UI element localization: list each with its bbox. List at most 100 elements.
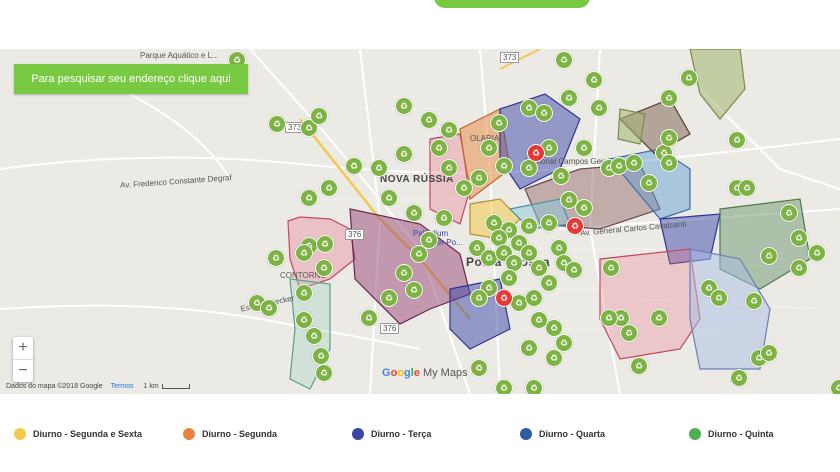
recycle-icon[interactable]: ♻ [525, 289, 543, 307]
recycle-alert-icon[interactable]: ♻ [527, 144, 545, 162]
recycle-icon[interactable]: ♻ [395, 97, 413, 115]
recycle-icon[interactable]: ♻ [520, 339, 538, 357]
recycle-icon[interactable]: ♻ [590, 99, 608, 117]
recycle-icon[interactable]: ♻ [405, 281, 423, 299]
recycle-icon[interactable]: ♻ [267, 249, 285, 267]
recycle-icon[interactable]: ♻ [395, 264, 413, 282]
legend-item-quarta: Diurno - Quarta [520, 428, 605, 440]
recycle-icon[interactable]: ♻ [680, 69, 698, 87]
recycle-icon[interactable]: ♻ [575, 199, 593, 217]
recycle-alert-icon[interactable]: ♻ [566, 217, 584, 235]
recycle-icon[interactable]: ♻ [310, 107, 328, 125]
recycle-icon[interactable]: ♻ [710, 289, 728, 307]
recycle-icon[interactable]: ♻ [640, 174, 658, 192]
recycle-icon[interactable]: ♻ [480, 139, 498, 157]
legend-item-quinta: Diurno - Quinta [689, 428, 774, 440]
recycle-icon[interactable]: ♻ [300, 189, 318, 207]
recycle-icon[interactable]: ♻ [738, 179, 756, 197]
recycle-icon[interactable]: ♻ [295, 311, 313, 329]
recycle-icon[interactable]: ♻ [470, 359, 488, 377]
recycle-icon[interactable]: ♻ [305, 327, 323, 345]
recycle-icon[interactable]: ♻ [585, 71, 603, 89]
recycle-icon[interactable]: ♻ [495, 157, 513, 175]
recycle-icon[interactable]: ♻ [490, 114, 508, 132]
top-action-button[interactable] [434, 0, 590, 8]
recycle-icon[interactable]: ♻ [730, 369, 748, 387]
recycle-icon[interactable]: ♻ [552, 167, 570, 185]
recycle-icon[interactable]: ♻ [745, 292, 763, 310]
legend-item-segunda: Diurno - Segunda [183, 428, 277, 440]
recycle-icon[interactable]: ♻ [380, 189, 398, 207]
recycle-icon[interactable]: ♻ [560, 89, 578, 107]
recycle-icon[interactable]: ♻ [410, 245, 428, 263]
recycle-icon[interactable]: ♻ [495, 379, 513, 394]
map-attribution: Dados do mapa ©2018 Google Termos 1 km [6, 383, 190, 390]
recycle-icon[interactable]: ♻ [312, 347, 330, 365]
recycle-icon[interactable]: ♻ [370, 159, 388, 177]
recycle-alert-icon[interactable]: ♻ [495, 289, 513, 307]
terms-link[interactable]: Termos [111, 383, 134, 390]
scale-label: 1 km [143, 383, 159, 390]
recycle-icon[interactable]: ♻ [760, 344, 778, 362]
recycle-icon[interactable]: ♻ [395, 145, 413, 163]
recycle-icon[interactable]: ♻ [545, 349, 563, 367]
recycle-icon[interactable]: ♻ [268, 115, 286, 133]
recycle-icon[interactable]: ♻ [525, 379, 543, 394]
recycle-icon[interactable]: ♻ [345, 157, 363, 175]
recycle-icon[interactable]: ♻ [575, 139, 593, 157]
recycle-icon[interactable]: ♻ [295, 284, 313, 302]
recycle-icon[interactable]: ♻ [790, 229, 808, 247]
recycle-icon[interactable]: ♻ [660, 89, 678, 107]
recycle-icon[interactable]: ♻ [790, 259, 808, 277]
legend-item-terca: Diurno - Terça [352, 428, 431, 440]
recycle-icon[interactable]: ♻ [405, 204, 423, 222]
recycle-icon[interactable]: ♻ [565, 261, 583, 279]
recycle-icon[interactable]: ♻ [260, 299, 278, 317]
recycle-icon[interactable]: ♻ [625, 154, 643, 172]
zoom-out-button[interactable]: − [13, 360, 33, 382]
legend-swatch [14, 428, 26, 440]
recycle-icon[interactable]: ♻ [455, 179, 473, 197]
recycle-icon[interactable]: ♻ [380, 289, 398, 307]
recycle-icon[interactable]: ♻ [600, 309, 618, 327]
recycle-icon[interactable]: ♻ [540, 214, 558, 232]
legend-item-segunda-sexta: Diurno - Segunda e Sexta [14, 428, 142, 440]
road-shield-376-b: 376 [380, 323, 400, 334]
recycle-icon[interactable]: ♻ [440, 159, 458, 177]
recycle-icon[interactable]: ♻ [660, 154, 678, 172]
recycle-icon[interactable]: ♻ [520, 217, 538, 235]
recycle-icon[interactable]: ♻ [315, 364, 333, 382]
recycle-icon[interactable]: ♻ [440, 121, 458, 139]
recycle-icon[interactable]: ♻ [320, 179, 338, 197]
recycle-icon[interactable]: ♻ [660, 129, 678, 147]
recycle-icon[interactable]: ♻ [760, 247, 778, 265]
recycle-icon[interactable]: ♻ [435, 209, 453, 227]
recycle-icon[interactable]: ♻ [540, 274, 558, 292]
map-base-layer [0, 49, 840, 394]
recycle-icon[interactable]: ♻ [316, 235, 334, 253]
recycle-icon[interactable]: ♻ [555, 51, 573, 69]
recycle-icon[interactable]: ♻ [830, 379, 840, 394]
recycle-icon[interactable]: ♻ [728, 131, 746, 149]
recycle-icon[interactable]: ♻ [630, 357, 648, 375]
recycle-icon[interactable]: ♻ [295, 244, 313, 262]
recycle-icon[interactable]: ♻ [470, 169, 488, 187]
address-search-button[interactable]: Para pesquisar seu endereço clique aqui [14, 64, 248, 94]
zoom-control: + − [13, 337, 33, 382]
recycle-icon[interactable]: ♻ [360, 309, 378, 327]
google-my-maps-logo: Google My Maps [382, 367, 468, 379]
recycle-icon[interactable]: ♻ [315, 259, 333, 277]
map-canvas[interactable]: Parque Aquático e L... NOVA RÚSSIA CONTO… [0, 49, 840, 394]
recycle-icon[interactable]: ♻ [602, 259, 620, 277]
recycle-icon[interactable]: ♻ [620, 324, 638, 342]
recycle-icon[interactable]: ♻ [430, 139, 448, 157]
recycle-icon[interactable]: ♻ [420, 111, 438, 129]
zoom-in-button[interactable]: + [13, 337, 33, 359]
recycle-icon[interactable]: ♻ [535, 104, 553, 122]
recycle-icon[interactable]: ♻ [500, 269, 518, 287]
recycle-icon[interactable]: ♻ [780, 204, 798, 222]
recycle-icon[interactable]: ♻ [808, 244, 826, 262]
legend-label: Diurno - Quarta [539, 429, 606, 439]
recycle-icon[interactable]: ♻ [470, 289, 488, 307]
recycle-icon[interactable]: ♻ [650, 309, 668, 327]
